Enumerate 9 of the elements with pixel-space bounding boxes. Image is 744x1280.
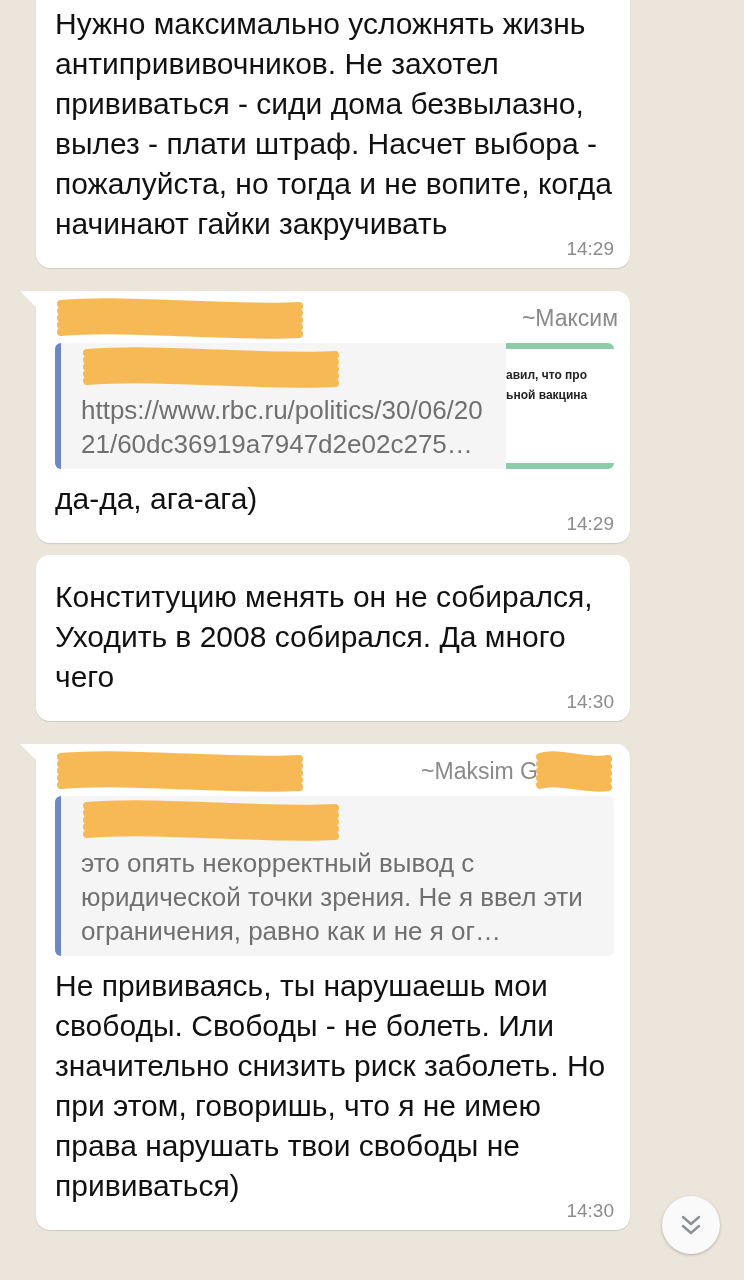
quoted-text: это опять некорректный вывод с юридической точки зрения. Не я ввел эти ограничения, равно как и не я ог… <box>81 847 584 948</box>
scroll-down-button[interactable] <box>662 1196 720 1254</box>
message-time: 14:29 <box>566 513 614 535</box>
sender-name: ~Максим <box>521 304 618 332</box>
message-text: да-да, ага-ага) <box>55 481 259 517</box>
thumbnail-text: авил, что про <box>506 367 588 384</box>
sender-name: ~Maksim G <box>421 757 538 785</box>
link-url: https://www.rbc.ru/politics/30/06/2021/60dc36919a7947d2e02c275… <box>81 394 484 461</box>
thumbnail-text: ьной вакцина <box>506 387 589 404</box>
